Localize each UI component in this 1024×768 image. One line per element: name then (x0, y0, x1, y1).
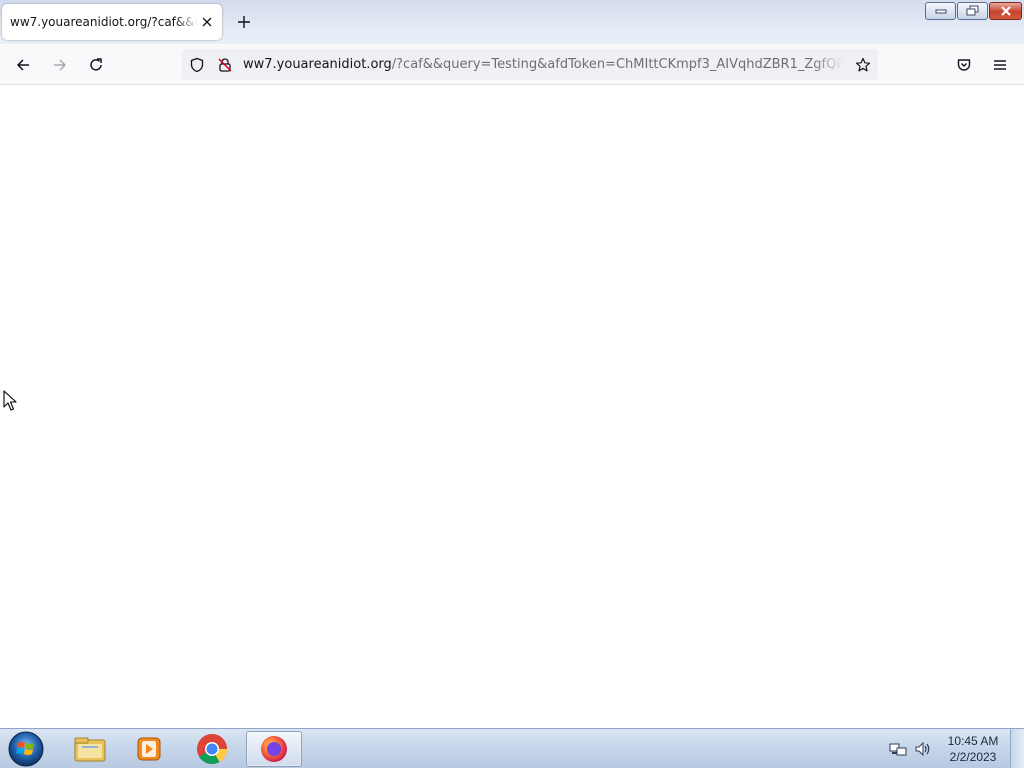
url-bar[interactable]: ww7.youareanidiot.org/?caf&&query=Testin… (182, 49, 878, 80)
url-host: ww7.youareanidiot.org (243, 57, 392, 72)
mouse-cursor-icon (3, 390, 17, 416)
taskbar: 10:45 AM 2/2/2023 (0, 728, 1024, 768)
network-icon[interactable] (889, 740, 907, 758)
windows-orb-icon[interactable] (6, 730, 46, 768)
url-path: /?caf&&query=Testing&afdToken=ChMIttCKmp… (391, 57, 843, 72)
arrow-left-icon[interactable] (10, 52, 36, 78)
navigation-toolbar: ww7.youareanidiot.org/?caf&&query=Testin… (0, 44, 1024, 85)
shield-icon[interactable] (188, 56, 206, 74)
pocket-icon[interactable] (951, 52, 977, 78)
clock-time: 10:45 AM (947, 734, 999, 748)
arrow-right-icon[interactable] (47, 52, 73, 78)
close-icon[interactable] (198, 13, 216, 31)
window-close-button[interactable] (989, 2, 1022, 20)
tab-strip: ww7.youareanidiot.org/?caf&&query=Testin… (0, 0, 1024, 44)
file-explorer-icon[interactable] (62, 731, 118, 767)
clock-date: 2/2/2023 (949, 750, 997, 764)
volume-icon[interactable] (914, 740, 932, 758)
star-icon[interactable] (854, 56, 872, 74)
page-content (0, 85, 1024, 728)
media-player-icon[interactable] (121, 731, 177, 767)
insecure-lock-icon[interactable] (216, 56, 234, 74)
browser-tab[interactable]: ww7.youareanidiot.org/?caf&&query=Testin… (2, 4, 222, 40)
show-desktop-button[interactable] (1010, 729, 1024, 768)
chrome-icon[interactable] (184, 731, 240, 767)
system-clock[interactable]: 10:45 AM 2/2/2023 (940, 733, 1006, 765)
hamburger-menu-icon[interactable] (987, 52, 1013, 78)
plus-icon[interactable] (234, 12, 254, 32)
reload-icon[interactable] (83, 52, 109, 78)
firefox-icon[interactable] (246, 731, 302, 767)
minimize-button[interactable] (925, 2, 956, 20)
restore-button[interactable] (957, 2, 988, 20)
url-text[interactable]: ww7.youareanidiot.org/?caf&&query=Testin… (243, 56, 843, 74)
tab-title: ww7.youareanidiot.org/?caf&&query=Testin… (10, 15, 198, 29)
